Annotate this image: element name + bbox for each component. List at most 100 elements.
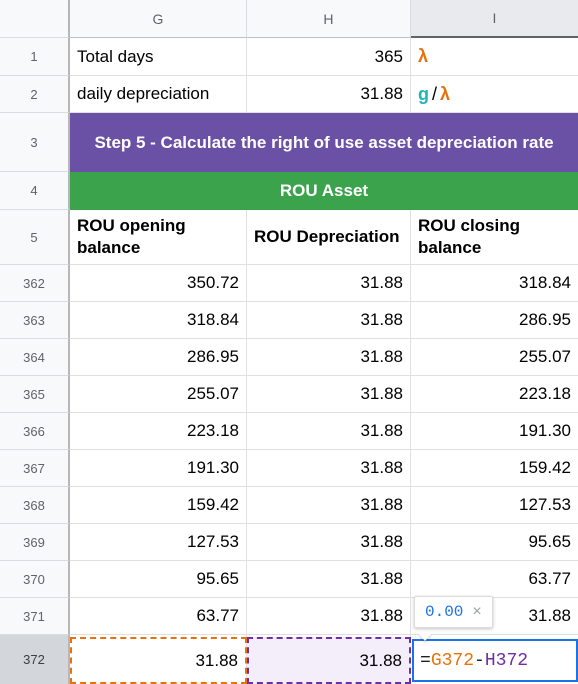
spreadsheet-grid[interactable]: G H I 1 Total days 365 λ 2 daily depreci… [0,0,578,684]
table-row-cell-opening[interactable]: 318.84 [70,302,247,339]
table-row-cell-opening[interactable]: 286.95 [70,339,247,376]
row-header-365[interactable]: 365 [0,376,70,413]
row-header-2[interactable]: 2 [0,76,70,113]
cell-value: 31.88 [360,495,403,514]
table-row-cell-depreciation[interactable]: 31.88 [247,524,411,561]
cell-i2[interactable]: g / λ [411,76,578,113]
select-all-corner[interactable] [0,0,70,38]
table-row-cell-opening[interactable]: 159.42 [70,487,247,524]
table-row-cell-closing[interactable]: 127.53 [411,487,578,524]
row-header-1[interactable]: 1 [0,38,70,76]
table-row-cell-depreciation[interactable]: 31.88 [247,376,411,413]
cell-value: 223.18 [519,384,571,403]
cell-h372[interactable] [247,635,411,684]
header-cell-rou-depreciation[interactable]: ROU Depreciation [247,210,411,265]
cell-value: 127.53 [187,532,239,551]
table-row-cell-opening[interactable]: 63.77 [70,598,247,635]
column-header-i[interactable]: I [411,0,578,38]
row-header-4[interactable]: 4 [0,172,70,210]
row-header-368[interactable]: 368 [0,487,70,524]
cell-h2[interactable]: 31.88 [247,76,411,113]
close-icon[interactable]: × [472,604,481,620]
header-cell-rou-opening-balance[interactable]: ROU opening balance [70,210,247,265]
formula-operator-token: - [474,650,485,671]
row-header-366[interactable]: 366 [0,413,70,450]
row-header-369[interactable]: 369 [0,524,70,561]
table-row-cell-depreciation[interactable]: 31.88 [247,339,411,376]
header-cell-rou-depreciation-label: ROU Depreciation [254,227,400,247]
table-row-cell-closing[interactable]: 63.77 [411,561,578,598]
row-header-364[interactable]: 364 [0,339,70,376]
row-header-5[interactable]: 5 [0,210,70,265]
cell-g372[interactable] [70,635,247,684]
table-row-cell-depreciation[interactable]: 31.88 [247,302,411,339]
cell-value: 255.07 [187,384,239,403]
row-header-362[interactable]: 362 [0,265,70,302]
row-header-363[interactable]: 363 [0,302,70,339]
table-row-cell-closing[interactable]: 318.84 [411,265,578,302]
cell-value: 95.65 [196,569,239,588]
row-header-4-label: 4 [30,183,38,198]
cell-g2[interactable]: daily depreciation [70,76,247,113]
formula-equals-token: = [420,650,431,671]
table-row-cell-opening[interactable]: 350.72 [70,265,247,302]
table-row-cell-closing[interactable]: 95.65 [411,524,578,561]
table-row-cell-closing[interactable]: 223.18 [411,376,578,413]
table-row-cell-depreciation[interactable]: 31.88 [247,561,411,598]
row-header-370[interactable]: 370 [0,561,70,598]
cell-value: 159.42 [519,458,571,477]
table-row-cell-opening[interactable]: 191.30 [70,450,247,487]
table-row-cell-depreciation[interactable]: 31.88 [247,450,411,487]
rou-asset-banner-text: ROU Asset [279,181,369,201]
cell-value: 63.77 [528,569,571,588]
cell-i1[interactable]: λ [411,38,578,76]
cell-h1-value: 365 [374,46,403,66]
table-row-cell-closing[interactable]: 286.95 [411,302,578,339]
formula-result-tooltip[interactable]: 0.00 × [414,596,493,628]
table-row-cell-opening[interactable]: 223.18 [70,413,247,450]
formula-input[interactable]: = G372- H372 [412,639,578,682]
table-row-cell-closing[interactable]: 159.42 [411,450,578,487]
column-header-h-label: H [323,10,334,27]
tooltip-arrow-icon [418,633,432,641]
cell-g2-value: daily depreciation [77,84,210,103]
cell-value: 31.88 [360,458,403,477]
formula-result-value: 0.00 [425,603,464,621]
table-row-cell-depreciation[interactable]: 31.88 [247,265,411,302]
rou-asset-banner[interactable]: ROU Asset [70,172,578,210]
table-row-cell-depreciation[interactable]: 31.88 [247,598,411,635]
table-row-cell-closing[interactable]: 191.30 [411,413,578,450]
cell-value: 159.42 [187,495,239,514]
row-header-372[interactable]: 372 [0,635,70,684]
cell-g1-value: Total days [77,46,154,66]
header-cell-rou-closing-balance[interactable]: ROU closing balance [411,210,578,265]
row-header-3-label: 3 [30,134,38,150]
row-header-367[interactable]: 367 [0,450,70,487]
cell-h1[interactable]: 365 [247,38,411,76]
column-header-g[interactable]: G [70,0,247,38]
cell-value: 127.53 [519,495,571,514]
column-header-h[interactable]: H [247,0,411,38]
table-row-cell-opening[interactable]: 95.65 [70,561,247,598]
row-header-371[interactable]: 371 [0,598,70,635]
cell-value: 31.88 [360,606,403,625]
row-header-372-label: 372 [23,652,45,667]
cell-value: 31.88 [360,569,403,588]
row-header-370-label: 370 [23,571,45,587]
row-header-3[interactable]: 3 [0,113,70,172]
table-row-cell-opening[interactable]: 255.07 [70,376,247,413]
cell-g1[interactable]: Total days [70,38,247,76]
cell-value: 31.88 [360,384,403,403]
step-5-banner-text: Step 5 - Calculate the right of use asse… [94,132,554,152]
table-row-cell-depreciation[interactable]: 31.88 [247,413,411,450]
row-header-362-label: 362 [23,275,45,291]
row-header-369-label: 369 [23,534,45,550]
table-row-cell-closing[interactable]: 255.07 [411,339,578,376]
table-row-cell-opening[interactable]: 127.53 [70,524,247,561]
cell-value: 31.88 [360,273,403,292]
table-row-cell-depreciation[interactable]: 31.88 [247,487,411,524]
header-cell-rou-closing-balance-label: ROU closing balance [418,216,521,257]
cell-value: 223.18 [187,421,239,440]
cell-value: 255.07 [519,347,571,366]
step-5-banner[interactable]: Step 5 - Calculate the right of use asse… [70,113,578,172]
